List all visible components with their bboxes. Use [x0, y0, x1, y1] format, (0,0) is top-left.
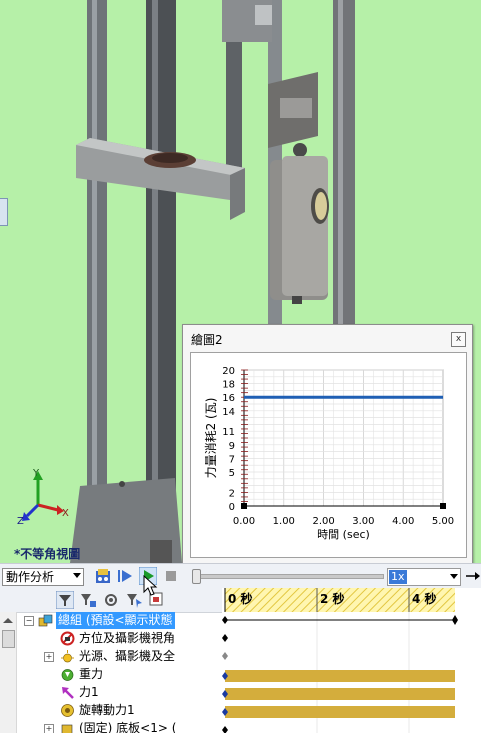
timeline-bar-gravity[interactable]	[225, 670, 455, 682]
playback-speed-value: 1x	[389, 570, 407, 584]
expand-icon[interactable]: +	[44, 652, 54, 662]
tree-item-assembly[interactable]: − 總組 (預設<顯示狀態	[16, 612, 222, 629]
y-tick-label: 11	[222, 427, 235, 438]
chevron-down-icon	[450, 574, 458, 579]
timeline-ruler[interactable]: 0 秒 2 秒 4 秒	[222, 588, 481, 612]
y-tick-label: 14	[222, 407, 235, 418]
collapse-icon[interactable]: −	[24, 616, 34, 626]
timeline-bar-force[interactable]	[225, 688, 455, 700]
view-orientation-label: *不等角視圖	[14, 547, 81, 561]
part-icon	[61, 724, 73, 733]
y-tick-label: 16	[222, 393, 235, 404]
mouse-cursor-icon	[143, 575, 158, 596]
filter-icon[interactable]	[56, 591, 74, 609]
tree-item-base-plate[interactable]: + (固定) 底板<1> (	[16, 720, 222, 733]
y-axis-label: 力量消耗2 (瓦)	[204, 398, 218, 479]
tree-item-lights[interactable]: + 光源、攝影機及全	[16, 648, 222, 665]
x-tick-label: 5.00	[432, 516, 454, 527]
x-tick-label: 0.00	[233, 516, 255, 527]
y-tick-label: 5	[229, 468, 235, 479]
timeline-key[interactable]	[222, 634, 228, 642]
y-tick-label: 0	[229, 502, 235, 513]
tree-item-gravity[interactable]: 重力	[16, 666, 222, 683]
close-icon[interactable]: x	[451, 332, 466, 347]
playback-speed-select[interactable]: 1x	[387, 568, 461, 586]
axis-start-marker	[241, 503, 247, 509]
orientation-icon	[60, 631, 75, 646]
filter-animated-icon[interactable]	[79, 591, 97, 609]
x-tick-label: 1.00	[273, 516, 295, 527]
x-tick-label: 4.00	[392, 516, 414, 527]
timeline-key[interactable]	[222, 652, 228, 660]
stop-icon[interactable]	[162, 567, 180, 585]
timeline-bar-rotary-motor[interactable]	[225, 706, 455, 718]
tree-item-label: 力1	[79, 685, 99, 699]
tree-item-label: 方位及攝影機視角	[79, 631, 176, 645]
timeline-ruler-graphic	[224, 588, 455, 612]
rotary-motor-icon	[61, 704, 74, 717]
assembly-icon	[38, 614, 53, 627]
tree-item-label: 旋轉動力1	[79, 703, 135, 717]
gravity-icon	[61, 669, 74, 681]
tree-item-label: 總組 (預設<顯示狀態	[56, 612, 175, 629]
timeline-tick-label: 4 秒	[412, 592, 437, 606]
calculate-icon[interactable]	[94, 567, 112, 585]
timeline-key-start[interactable]	[222, 616, 228, 624]
arrow-right-icon[interactable]	[465, 567, 481, 585]
filter-selected-icon[interactable]	[125, 591, 143, 609]
y-tick-label: 2	[229, 488, 235, 499]
filter-driving-icon[interactable]	[102, 591, 120, 609]
y-tick-label: 7	[229, 454, 235, 465]
power-consumption-chart: 0 2 5 7 9 11 14 16 18 20 0.00 1.00 2.00 3.00 4.00 5.00 時…	[204, 366, 454, 541]
y-tick-label: 18	[222, 380, 235, 391]
timeline-tick-label: 0 秒	[228, 592, 253, 606]
motion-manager: 0 秒 2 秒 4 秒 − 總組 (預設<顯示狀態 方位及攝影機視角 + 光源、…	[0, 588, 481, 733]
motion-study-toolbar: 動作分析 1x	[0, 563, 481, 588]
axis-end-marker	[440, 503, 446, 509]
timeline-slider-thumb[interactable]	[192, 569, 201, 584]
study-type-select[interactable]: 動作分析	[2, 568, 84, 586]
graph-title: 繪圖2	[191, 333, 223, 347]
timeline-key-end[interactable]	[452, 615, 458, 625]
motion-feature-tree: − 總組 (預設<顯示狀態 方位及攝影機視角 + 光源、攝影機及全 重力 力1 …	[0, 612, 222, 733]
x-tick-label: 3.00	[352, 516, 374, 527]
tree-item-force[interactable]: 力1	[16, 684, 222, 701]
triad-x-label: X	[62, 508, 69, 519]
x-tick-label: 2.00	[312, 516, 334, 527]
tree-item-label: (固定) 底板<1> (	[79, 721, 177, 733]
y-tick-label: 9	[229, 441, 235, 452]
timeline-tick-label: 2 秒	[320, 592, 345, 606]
tree-item-label: 重力	[79, 667, 104, 681]
study-type-value: 動作分析	[6, 570, 55, 584]
force-icon	[62, 687, 74, 699]
triad-y-label: Y	[32, 468, 40, 479]
timeline-slider-track[interactable]	[200, 574, 384, 579]
tree-filter-bar	[0, 588, 222, 613]
results-graph-window[interactable]: 繪圖2 x 0 2 5 7 9 11 14 16 18 20 0.00 1.00 2.00 3.00 4.0…	[182, 324, 473, 564]
lights-icon	[61, 650, 74, 663]
panel-expand-handle[interactable]	[0, 198, 8, 226]
tree-item-label: 光源、攝影機及全	[79, 649, 176, 663]
chevron-down-icon	[73, 573, 81, 578]
graph-titlebar[interactable]: 繪圖2 x	[183, 325, 472, 351]
plot-area: 0 2 5 7 9 11 14 16 18 20 0.00 1.00 2.00 3.00 4.00 5.00 時…	[190, 352, 467, 558]
tree-item-orientation[interactable]: 方位及攝影機視角	[16, 630, 222, 647]
triad-z-label: Z	[17, 516, 24, 527]
x-axis-label: 時間 (sec)	[317, 528, 370, 541]
y-tick-label: 20	[222, 366, 235, 377]
play-from-start-icon[interactable]	[116, 567, 134, 585]
tree-item-rotary-motor[interactable]: 旋轉動力1	[16, 702, 222, 719]
timeline-key[interactable]	[222, 726, 228, 733]
timeline-area[interactable]	[222, 612, 481, 733]
expand-icon[interactable]: +	[44, 724, 54, 733]
timeline-graphic	[222, 612, 458, 733]
